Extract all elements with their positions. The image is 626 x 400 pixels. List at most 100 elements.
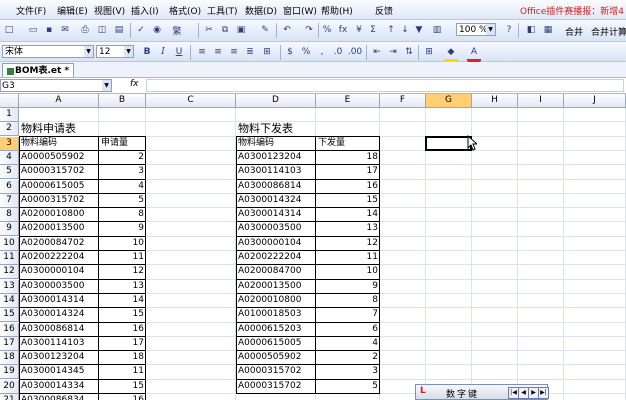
- left-table-code-cell[interactable]: A0300014345: [19, 365, 99, 379]
- left-table-code-cell[interactable]: A0300000104: [19, 265, 99, 279]
- right-table-qty-cell[interactable]: 14: [316, 208, 380, 222]
- left-table-qty-cell[interactable]: 9: [99, 222, 146, 236]
- left-table-code-cell[interactable]: A0000315702: [19, 165, 99, 179]
- column-header-h[interactable]: H: [472, 94, 518, 108]
- right-table-qty-cell[interactable]: 16: [316, 180, 380, 194]
- pdf-icon[interactable]: ▤: [112, 23, 126, 37]
- left-table-qty-cell[interactable]: 15: [99, 380, 146, 394]
- menu-window[interactable]: 窗口(W): [283, 4, 317, 17]
- left-table-code-cell[interactable]: A0300086814: [19, 323, 99, 337]
- redo-icon[interactable]: ↷: [302, 23, 316, 37]
- right-table-header-code[interactable]: 物料编码: [236, 137, 316, 151]
- right-table-qty-cell[interactable]: 4: [316, 337, 380, 351]
- right-table-qty-cell[interactable]: 5: [316, 380, 380, 394]
- row-header-8[interactable]: 8: [0, 208, 19, 223]
- right-table-code-cell[interactable]: A0100018503: [236, 308, 316, 322]
- right-table-code-cell[interactable]: A0300014314: [236, 208, 316, 222]
- font-name-select[interactable]: 宋体 ▼: [2, 45, 94, 58]
- menu-data[interactable]: 数据(D): [245, 4, 277, 17]
- right-table-qty-cell[interactable]: 7: [316, 308, 380, 322]
- decrease-indent-icon[interactable]: ⇤: [370, 45, 384, 59]
- row-header-15[interactable]: 15: [0, 308, 19, 323]
- column-header-e[interactable]: E: [316, 94, 380, 108]
- right-table-code-cell[interactable]: A0300086814: [236, 180, 316, 194]
- left-table-code-cell[interactable]: A0200222204: [19, 251, 99, 265]
- menu-view[interactable]: 视图(V): [94, 4, 125, 17]
- right-table-code-cell[interactable]: A0300114103: [236, 165, 316, 179]
- traditional-chinese-icon[interactable]: 繁: [170, 23, 184, 37]
- currency-format-icon[interactable]: $: [283, 45, 297, 59]
- menu-help[interactable]: 帮助(H): [321, 4, 353, 17]
- spell-check-icon[interactable]: ✓: [134, 23, 148, 37]
- select-all-corner[interactable]: [0, 94, 19, 108]
- left-table-qty-cell[interactable]: 4: [99, 180, 146, 194]
- left-table-code-cell[interactable]: A0000505902: [19, 151, 99, 165]
- row-header-3[interactable]: 3: [0, 136, 19, 151]
- left-table-qty-cell[interactable]: 18: [99, 351, 146, 365]
- column-header-c[interactable]: C: [146, 94, 236, 108]
- sort-ascending-icon[interactable]: ↑: [384, 23, 398, 37]
- left-table-qty-cell[interactable]: 2: [99, 151, 146, 165]
- row-header-18[interactable]: 18: [0, 351, 19, 366]
- left-table-code-cell[interactable]: A0200013500: [19, 222, 99, 236]
- function-icon[interactable]: %: [320, 23, 334, 37]
- sort-descending-icon[interactable]: ↓: [398, 23, 412, 37]
- merge-center-icon[interactable]: ⊞: [260, 45, 274, 59]
- fx-icon[interactable]: fx: [336, 23, 350, 37]
- open-folder-icon[interactable]: ▭: [26, 23, 40, 37]
- left-table-code-cell[interactable]: A0300003500: [19, 280, 99, 294]
- left-table-code-cell[interactable]: A0300014314: [19, 294, 99, 308]
- column-header-d[interactable]: D: [236, 94, 316, 108]
- right-table-header-qty[interactable]: 下发量: [316, 137, 380, 151]
- row-header-21[interactable]: 21: [0, 394, 19, 400]
- menu-insert[interactable]: 插入(I): [131, 4, 159, 17]
- new-file-icon[interactable]: □: [2, 23, 16, 37]
- row-header-19[interactable]: 19: [0, 365, 19, 380]
- borders-icon[interactable]: ⊞: [422, 45, 436, 59]
- right-table-qty-cell[interactable]: 2: [316, 351, 380, 365]
- left-table-qty-cell[interactable]: 3: [99, 165, 146, 179]
- right-table-qty-cell[interactable]: 18: [316, 151, 380, 165]
- document-tab[interactable]: BOM表.et *: [2, 63, 74, 77]
- last-icon[interactable]: ▶|: [538, 387, 549, 399]
- zoom-select[interactable]: 100 % ▼: [456, 23, 496, 36]
- merge-calc-button[interactable]: 合并计算: [591, 25, 626, 38]
- left-table-qty-cell[interactable]: 12: [99, 265, 146, 279]
- align-vertical-icon[interactable]: ⇅: [402, 45, 416, 59]
- right-table-title[interactable]: 物料下发表: [236, 122, 356, 136]
- right-table-code-cell[interactable]: A0300014324: [236, 194, 316, 208]
- column-header-g[interactable]: G: [426, 94, 472, 108]
- left-table-code-cell[interactable]: A0300123204: [19, 351, 99, 365]
- email-icon[interactable]: ✉: [58, 23, 72, 37]
- font-color-icon[interactable]: A: [467, 45, 481, 62]
- right-table-qty-cell[interactable]: 6: [316, 323, 380, 337]
- right-table-code-cell[interactable]: A0000615005: [236, 337, 316, 351]
- paste-icon[interactable]: ▣: [234, 23, 248, 37]
- left-table-qty-cell[interactable]: 10: [99, 237, 146, 251]
- align-left-icon[interactable]: ≡: [195, 45, 209, 59]
- print-preview-icon[interactable]: ◫: [95, 23, 109, 37]
- left-table-qty-cell[interactable]: 14: [99, 294, 146, 308]
- decrease-decimal-icon[interactable]: .00: [348, 45, 362, 59]
- copy-icon[interactable]: ⧉: [218, 23, 232, 37]
- right-table-code-cell[interactable]: A0300123204: [236, 151, 316, 165]
- right-table-code-cell[interactable]: A0200013500: [236, 280, 316, 294]
- right-table-code-cell[interactable]: A0000615203: [236, 323, 316, 337]
- spreadsheet-grid[interactable]: A B C D E F G H I J 1 2 3 4 5 6 7 8 9 10 11 12 13 14 15 16 17 18 19 2…: [0, 94, 626, 400]
- left-table-qty-cell[interactable]: 16: [99, 323, 146, 337]
- left-table-code-cell[interactable]: A0000315702: [19, 194, 99, 208]
- row-header-9[interactable]: 9: [0, 222, 19, 237]
- thousands-format-icon[interactable]: ,: [315, 45, 329, 59]
- row-header-16[interactable]: 16: [0, 322, 19, 337]
- increase-indent-icon[interactable]: ⇥: [386, 45, 400, 59]
- left-table-title[interactable]: 物料申请表: [19, 122, 139, 136]
- left-table-code-cell[interactable]: A0300014334: [19, 380, 99, 394]
- bold-button[interactable]: B: [140, 45, 154, 59]
- italic-button[interactable]: I: [156, 45, 170, 59]
- menu-feedback[interactable]: 反馈: [375, 4, 393, 17]
- right-table-qty-cell[interactable]: 12: [316, 237, 380, 251]
- column-header-i[interactable]: I: [518, 94, 564, 108]
- name-box[interactable]: G3 ▼: [0, 79, 112, 92]
- right-table-code-cell[interactable]: A0000315702: [236, 365, 316, 379]
- column-header-a[interactable]: A: [19, 94, 99, 108]
